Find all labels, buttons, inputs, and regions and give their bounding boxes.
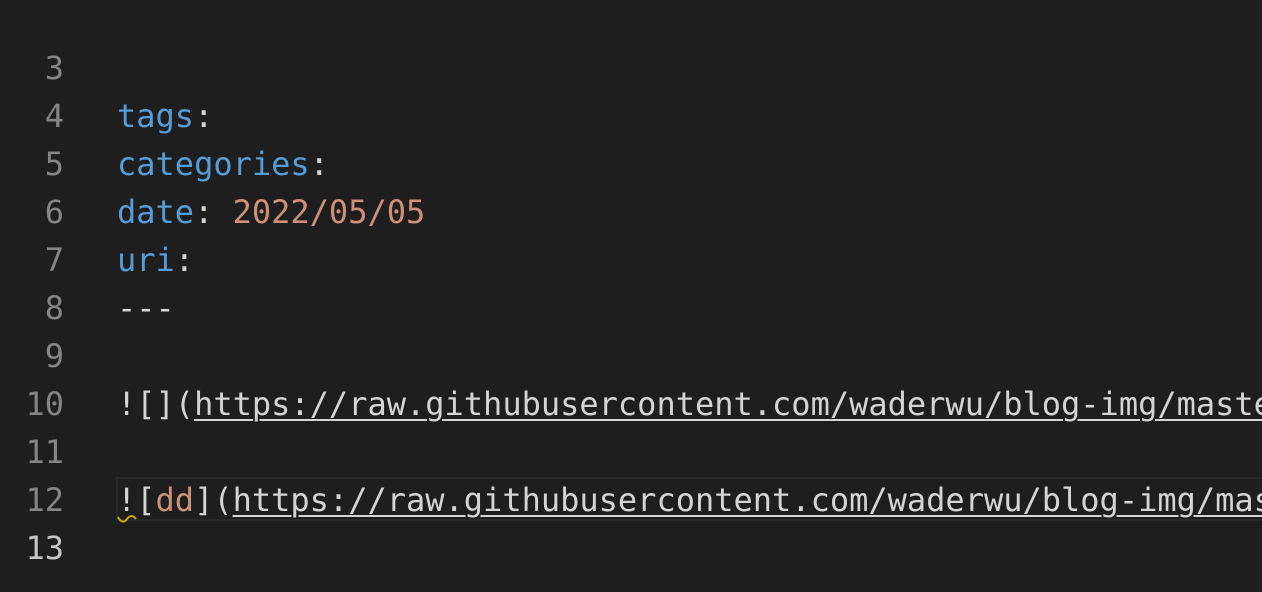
line-number-active: 13 xyxy=(25,529,64,567)
code-line-active[interactable]: 13 xyxy=(0,476,1262,567)
code-line[interactable]: 4 categories: xyxy=(0,44,1262,183)
code-line[interactable]: 6 uri: xyxy=(0,140,1262,279)
code-line[interactable]: 7 --- xyxy=(0,188,1262,327)
code-editor[interactable]: 3 tags: 4 categories: 5 date: 2022/05/05… xyxy=(0,0,1262,592)
code-line[interactable]: 8 xyxy=(0,236,1262,327)
code-line[interactable]: 11 ![dd](https://raw.githubusercontent.c… xyxy=(0,380,1262,519)
code-line[interactable]: 9 ![](https://raw.githubusercontent.com/… xyxy=(0,284,1262,423)
code-line[interactable]: 10 xyxy=(0,332,1262,423)
code-line[interactable]: 12 xyxy=(0,428,1262,519)
code-line[interactable]: 3 tags: xyxy=(0,0,1262,135)
warning-squiggle-icon xyxy=(117,515,137,523)
code-line[interactable]: 5 date: 2022/05/05 xyxy=(0,92,1262,231)
